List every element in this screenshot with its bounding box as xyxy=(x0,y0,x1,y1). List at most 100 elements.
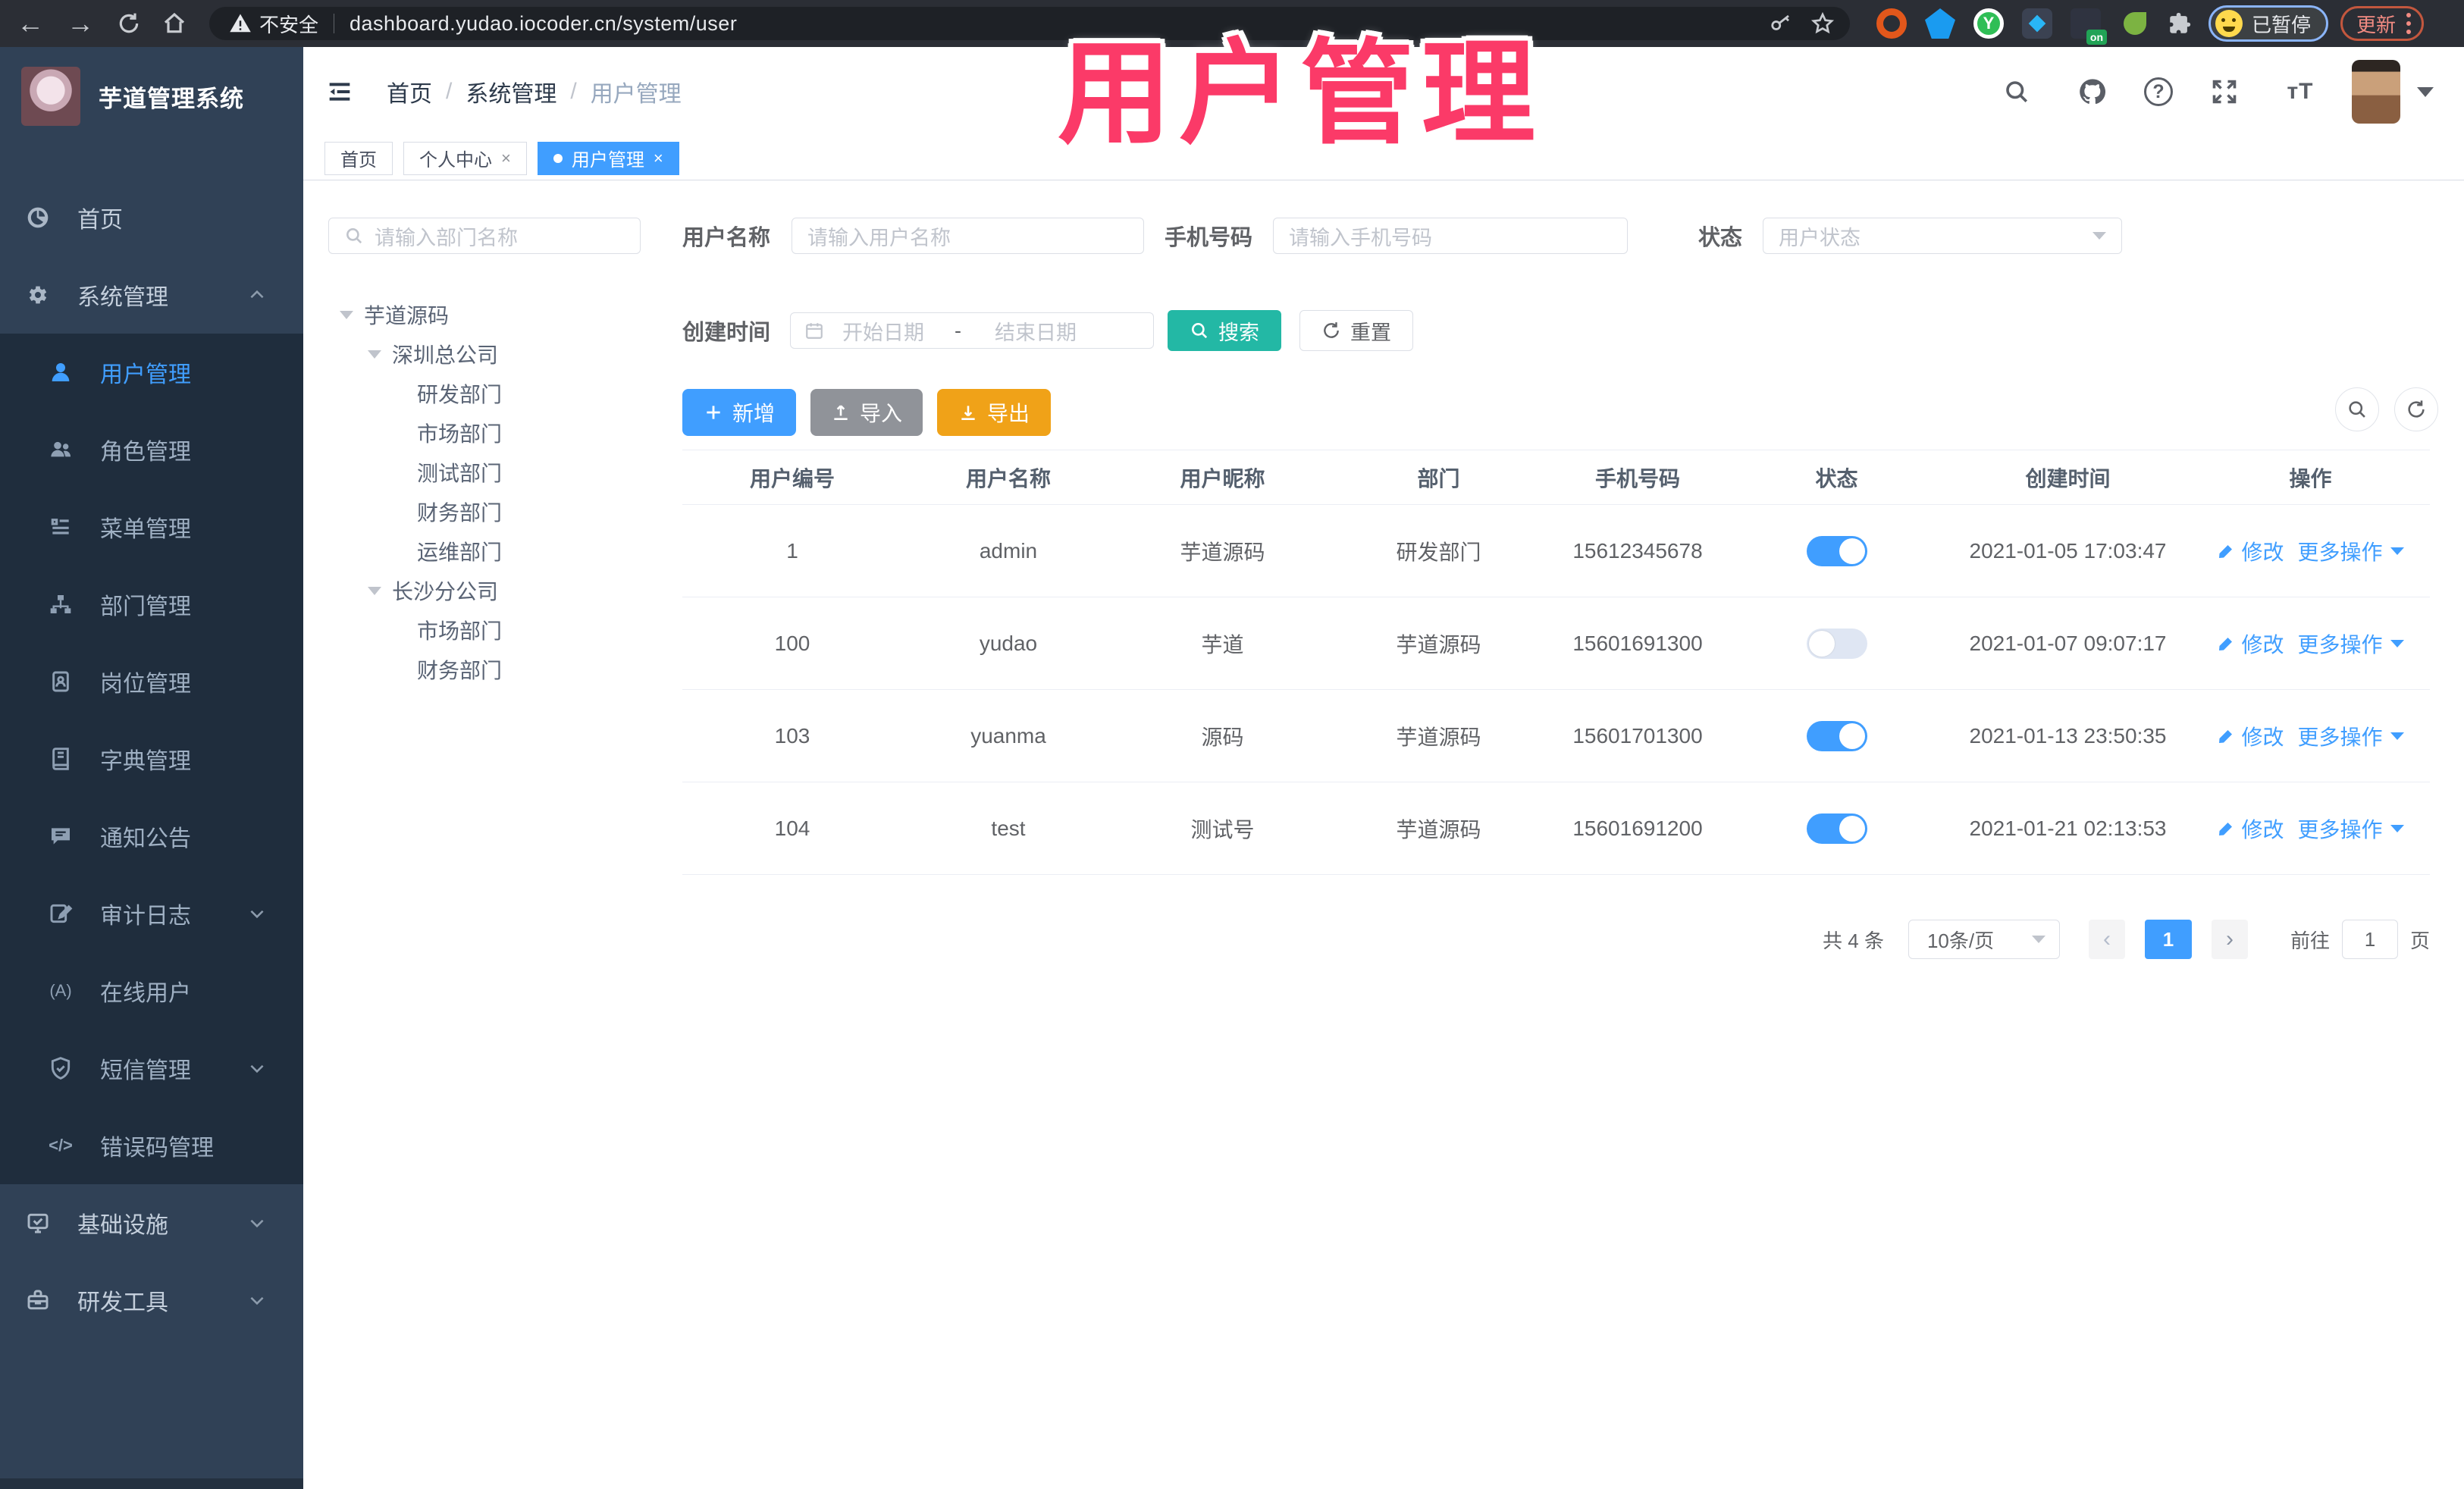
tree-node[interactable]: 长沙分公司 xyxy=(303,571,682,610)
prev-page-button[interactable]: ‹ xyxy=(2088,920,2125,959)
sidebar-item-dict[interactable]: 字典管理 xyxy=(0,720,303,798)
extension-leaf-icon[interactable] xyxy=(2124,12,2146,35)
browser-forward-icon[interactable]: → xyxy=(67,10,94,37)
search-icon[interactable] xyxy=(1992,78,2041,105)
tree-node-label: 财务部门 xyxy=(417,501,503,525)
cell-dept: 芋道源码 xyxy=(1396,632,1481,657)
sidebar-item-error-codes[interactable]: </> 错误码管理 xyxy=(0,1107,303,1184)
more-actions-link[interactable]: 更多操作 xyxy=(2298,629,2404,659)
extension-ublock-icon[interactable] xyxy=(1876,8,1907,39)
sidebar-item-dev-tools[interactable]: 研发工具 xyxy=(0,1262,303,1339)
extension-switch-icon[interactable]: on xyxy=(2071,8,2107,45)
goto-page-input[interactable]: 1 xyxy=(2341,920,2398,959)
export-button[interactable]: 导出 xyxy=(937,389,1051,436)
add-button[interactable]: 新增 xyxy=(682,389,796,436)
browser-reload-icon[interactable] xyxy=(117,11,141,36)
github-icon[interactable] xyxy=(2068,77,2117,107)
more-actions-link[interactable]: 更多操作 xyxy=(2298,721,2404,751)
edit-link[interactable]: 修改 xyxy=(2217,813,2284,844)
refresh-table-button[interactable] xyxy=(2394,387,2438,431)
status-label: 状态 xyxy=(1698,226,1743,250)
chevron-down-icon xyxy=(2390,547,2404,555)
date-range-picker[interactable]: 开始日期 - 结束日期 xyxy=(790,312,1154,349)
status-toggle[interactable] xyxy=(1806,535,1867,566)
reset-button[interactable]: 重置 xyxy=(1299,310,1413,351)
sidebar-item-depts[interactable]: 部门管理 xyxy=(0,566,303,643)
search-button[interactable]: 搜索 xyxy=(1168,310,1281,351)
status-select[interactable]: 用户状态 xyxy=(1763,218,2123,254)
extension-grid-icon[interactable] xyxy=(2022,8,2052,39)
close-icon[interactable]: × xyxy=(501,149,511,168)
browser-back-icon[interactable]: ← xyxy=(17,10,44,37)
collapse-sidebar-icon[interactable] xyxy=(324,77,355,107)
app-title: 芋道管理系统 xyxy=(99,85,244,112)
tree-node[interactable]: 研发部门 xyxy=(303,374,682,413)
sidebar-item-infrastructure[interactable]: 基础设施 xyxy=(0,1184,303,1262)
sidebar-item-roles[interactable]: 角色管理 xyxy=(0,411,303,488)
chevron-up-icon xyxy=(247,285,267,305)
bookmark-star-icon[interactable] xyxy=(1810,11,1835,36)
next-page-button[interactable]: › xyxy=(2211,920,2248,959)
tree-node[interactable]: 市场部门 xyxy=(303,610,682,650)
more-actions-link[interactable]: 更多操作 xyxy=(2298,813,2404,844)
status-toggle[interactable] xyxy=(1806,813,1867,844)
browser-address-bar[interactable]: 不安全 dashboard.yudao.iocoder.cn /system/u… xyxy=(209,7,1850,40)
sidebar-item-audit-log[interactable]: 审计日志 xyxy=(0,875,303,952)
password-key-icon[interactable] xyxy=(1770,12,1792,35)
sidebar-item-posts[interactable]: 岗位管理 xyxy=(0,643,303,720)
edit-link[interactable]: 修改 xyxy=(2217,721,2284,751)
edit-link[interactable]: 修改 xyxy=(2217,629,2284,659)
extension-drop-icon[interactable] xyxy=(1925,8,1955,39)
sidebar-item-home[interactable]: 首页 xyxy=(0,179,303,256)
help-icon[interactable]: ? xyxy=(2144,77,2173,106)
more-actions-link[interactable]: 更多操作 xyxy=(2298,536,2404,566)
tree-node[interactable]: 财务部门 xyxy=(303,650,682,689)
browser-update-button[interactable]: 更新 xyxy=(2340,6,2425,41)
tree-node[interactable]: 测试部门 xyxy=(303,453,682,492)
sidebar-item-system[interactable]: 系统管理 xyxy=(0,256,303,334)
sidebar-item-users[interactable]: 用户管理 xyxy=(0,334,303,411)
font-size-icon[interactable]: тT xyxy=(2276,79,2324,105)
avatar-caret-down-icon[interactable] xyxy=(2417,86,2434,97)
tree-node[interactable]: 财务部门 xyxy=(303,492,682,531)
extension-green-icon[interactable]: Y xyxy=(1973,8,2004,39)
edit-link[interactable]: 修改 xyxy=(2217,536,2284,566)
tree-node[interactable]: 深圳总公司 xyxy=(303,334,682,374)
browser-menu-kebab-icon[interactable] xyxy=(2406,13,2412,34)
tree-expand-icon[interactable] xyxy=(340,310,353,319)
current-page-button[interactable]: 1 xyxy=(2144,920,2192,959)
status-toggle[interactable] xyxy=(1806,720,1867,751)
dept-search-input[interactable]: 请输入部门名称 xyxy=(328,218,641,254)
tree-node[interactable]: 运维部门 xyxy=(303,531,682,571)
browser-home-icon[interactable] xyxy=(162,11,187,36)
app-logo-row[interactable]: 芋道管理系统 xyxy=(0,47,303,146)
tab-user-management[interactable]: 用户管理 × xyxy=(537,141,679,175)
page-size-select[interactable]: 10条/页 xyxy=(1908,920,2060,959)
announcement-icon xyxy=(45,824,76,848)
table-row: 104 test 测试号 芋道源码 15601691200 2021-01-21… xyxy=(682,782,2430,875)
close-icon[interactable]: × xyxy=(654,149,663,168)
user-avatar[interactable] xyxy=(2352,60,2400,124)
edit-label: 修改 xyxy=(2241,540,2284,564)
tree-node[interactable]: 芋道源码 xyxy=(303,295,682,334)
sidebar-item-label: 基础设施 xyxy=(77,1213,168,1238)
browser-profile-button[interactable]: 已暂停 xyxy=(2209,5,2329,42)
sidebar-item-notice[interactable]: 通知公告 xyxy=(0,798,303,875)
tab-profile[interactable]: 个人中心 × xyxy=(403,141,527,175)
username-input[interactable]: 请输入用户名称 xyxy=(792,218,1144,254)
tab-home[interactable]: 首页 xyxy=(324,141,393,175)
sidebar-item-sms[interactable]: 短信管理 xyxy=(0,1030,303,1107)
breadcrumb-group[interactable]: 系统管理 xyxy=(466,75,556,108)
tree-node[interactable]: 市场部门 xyxy=(303,413,682,453)
mobile-input[interactable]: 请输入手机号码 xyxy=(1273,218,1629,254)
sidebar-item-menus[interactable]: 菜单管理 xyxy=(0,488,303,566)
extensions-puzzle-icon[interactable] xyxy=(2165,8,2195,39)
status-toggle[interactable] xyxy=(1806,628,1867,659)
fullscreen-icon[interactable] xyxy=(2200,78,2249,105)
tree-expand-icon[interactable] xyxy=(368,586,381,595)
toggle-search-button[interactable] xyxy=(2335,387,2379,431)
tree-expand-icon[interactable] xyxy=(368,350,381,359)
breadcrumb-home[interactable]: 首页 xyxy=(387,75,432,108)
sidebar-item-online-users[interactable]: (A) 在线用户 xyxy=(0,952,303,1030)
import-button[interactable]: 导入 xyxy=(810,389,923,436)
